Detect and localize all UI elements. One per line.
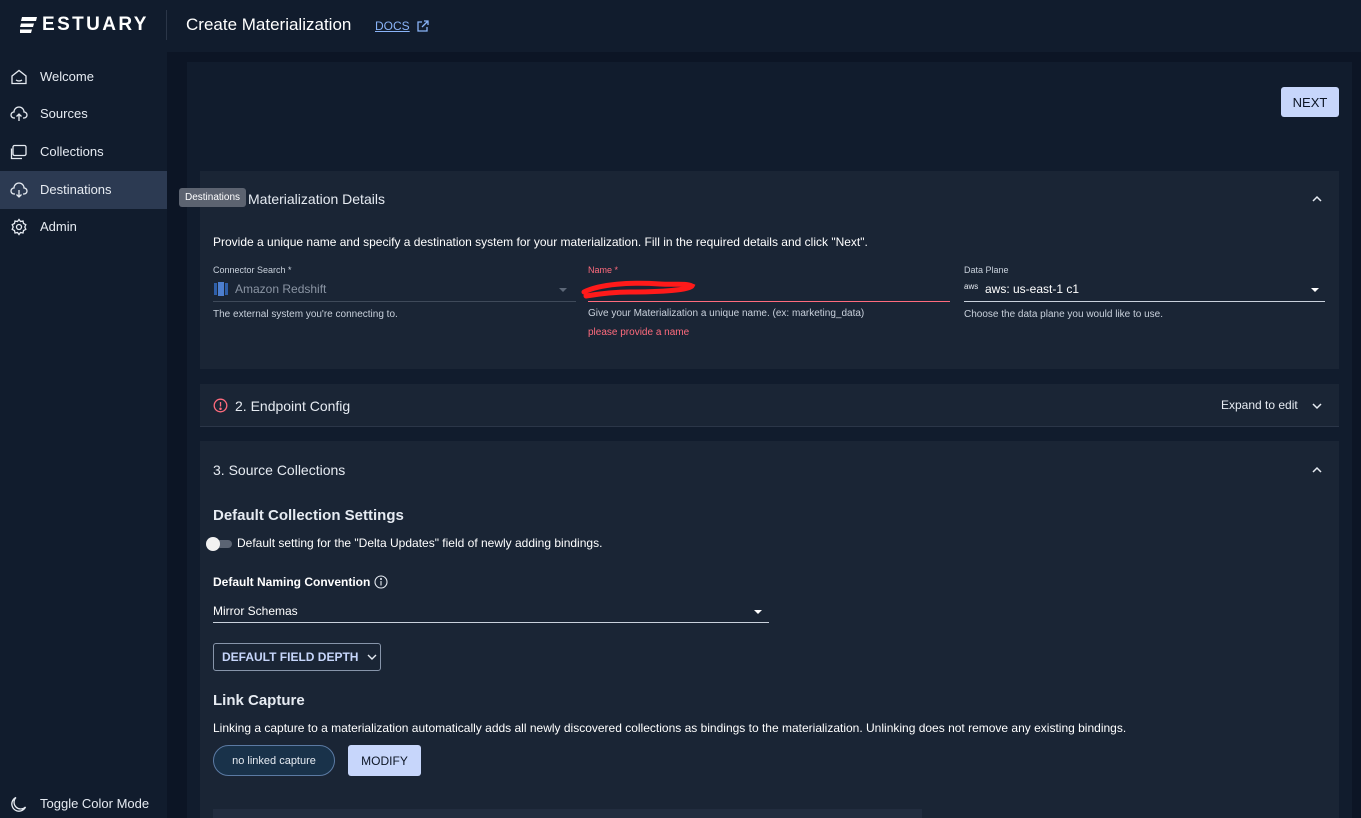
info-icon[interactable] <box>374 575 388 589</box>
aws-icon: aws <box>964 282 979 291</box>
card-title: 3. Source Collections <box>213 462 346 478</box>
docs-link-label: DOCS <box>375 19 410 33</box>
sidebar-item-sources[interactable]: Sources <box>0 95 167 133</box>
endpoint-config-card[interactable]: 2. Endpoint Config Expand to edit <box>200 384 1339 427</box>
external-link-icon <box>417 20 429 32</box>
sidebar-item-label: Collections <box>40 144 104 159</box>
chevron-up-icon[interactable] <box>1310 463 1324 477</box>
brand-name: ESTUARY <box>42 14 149 35</box>
data-plane-select[interactable]: aws aws: us-east-1 c1 <box>964 278 1325 302</box>
dropdown-arrow-icon <box>1311 288 1319 292</box>
connector-search-label-text: Connector Search <box>213 265 286 275</box>
default-field-depth-label: DEFAULT FIELD DEPTH <box>222 650 359 664</box>
naming-convention-select[interactable]: Mirror Schemas <box>213 601 769 623</box>
name-helper: Give your Materialization a unique name.… <box>588 308 865 319</box>
connector-search-field[interactable]: Amazon Redshift <box>213 278 576 302</box>
sidebar-item-welcome[interactable]: Welcome <box>0 58 167 96</box>
modify-button[interactable]: MODIFY <box>348 745 421 776</box>
error-icon <box>213 398 228 413</box>
sidebar-tooltip: Destinations <box>179 188 247 207</box>
top-bar: ESTUARY Create Materialization DOCS <box>0 0 1361 52</box>
name-label: Name * <box>588 265 619 275</box>
default-field-depth-button[interactable]: DEFAULT FIELD DEPTH <box>213 643 381 671</box>
sidebar-item-collections[interactable]: Collections <box>0 133 167 171</box>
data-plane-value: aws: us-east-1 c1 <box>985 282 1080 296</box>
bindings-table-edge <box>213 809 922 818</box>
sidebar-item-label: Admin <box>40 219 77 234</box>
card-description: Provide a unique name and specify a dest… <box>213 235 868 249</box>
name-input[interactable] <box>581 278 950 302</box>
card-title: 2. Endpoint Config <box>235 398 351 414</box>
materialization-details-card: Materialization Details Provide a unique… <box>200 171 1339 369</box>
default-collection-settings-heading: Default Collection Settings <box>213 507 404 524</box>
page-title: Create Materialization <box>186 15 352 34</box>
name-label-text: Name <box>588 265 613 275</box>
connector-search-label: Connector Search * <box>213 265 292 275</box>
sidebar-item-destinations[interactable]: Destinations <box>0 171 167 209</box>
sidebar-item-admin[interactable]: Admin <box>0 208 167 246</box>
sidebar-item-label: Destinations <box>40 182 112 197</box>
dropdown-arrow-icon <box>754 610 762 614</box>
field-underline <box>213 301 576 302</box>
delta-updates-toggle[interactable] <box>206 537 234 551</box>
cloud-download-icon <box>10 182 28 198</box>
sidebar-item-label: Welcome <box>40 69 94 84</box>
estuary-logo[interactable]: ESTUARY <box>20 14 149 36</box>
home-icon <box>11 69 27 85</box>
dropdown-arrow-icon <box>559 288 567 292</box>
sidebar: Welcome Sources Collections Destinations… <box>0 52 167 818</box>
toggle-color-mode[interactable]: Toggle Color Mode <box>0 785 167 818</box>
name-error: please provide a name <box>588 327 690 338</box>
source-collections-card: 3. Source Collections Default Collection… <box>200 441 1339 818</box>
redshift-icon <box>214 282 228 296</box>
link-capture-description: Linking a capture to a materialization a… <box>213 721 1127 735</box>
toggle-thumb <box>206 537 220 551</box>
collections-icon <box>10 144 27 160</box>
connector-search-helper: The external system you're connecting to… <box>213 309 398 320</box>
cloud-upload-icon <box>10 106 28 121</box>
card-title: Materialization Details <box>248 191 385 207</box>
chevron-up-icon[interactable] <box>1310 192 1324 206</box>
delta-updates-label: Default setting for the "Delta Updates" … <box>237 536 603 550</box>
next-button[interactable]: NEXT <box>1281 87 1339 117</box>
connector-search-value: Amazon Redshift <box>235 282 327 296</box>
redaction-scribble <box>581 280 696 299</box>
moon-icon <box>11 796 27 812</box>
divider <box>166 10 167 40</box>
data-plane-helper: Choose the data plane you would like to … <box>964 309 1164 320</box>
data-plane-label: Data Plane <box>964 265 1009 275</box>
toggle-color-mode-label: Toggle Color Mode <box>40 796 150 811</box>
field-underline <box>964 301 1325 302</box>
name-underline <box>588 301 950 302</box>
sidebar-item-label: Sources <box>40 106 88 121</box>
docs-link[interactable]: DOCS <box>375 19 430 33</box>
linked-capture-chip[interactable]: no linked capture <box>213 745 335 776</box>
expand-to-edit-label[interactable]: Expand to edit <box>1221 398 1298 412</box>
gear-icon <box>11 218 27 236</box>
chevron-down-icon <box>367 654 377 660</box>
estuary-logo-icon <box>20 17 37 33</box>
naming-convention-label: Default Naming Convention <box>213 575 371 589</box>
link-capture-heading: Link Capture <box>213 692 305 709</box>
chevron-down-icon[interactable] <box>1310 399 1324 413</box>
naming-convention-value: Mirror Schemas <box>213 604 298 618</box>
field-underline <box>213 622 769 623</box>
